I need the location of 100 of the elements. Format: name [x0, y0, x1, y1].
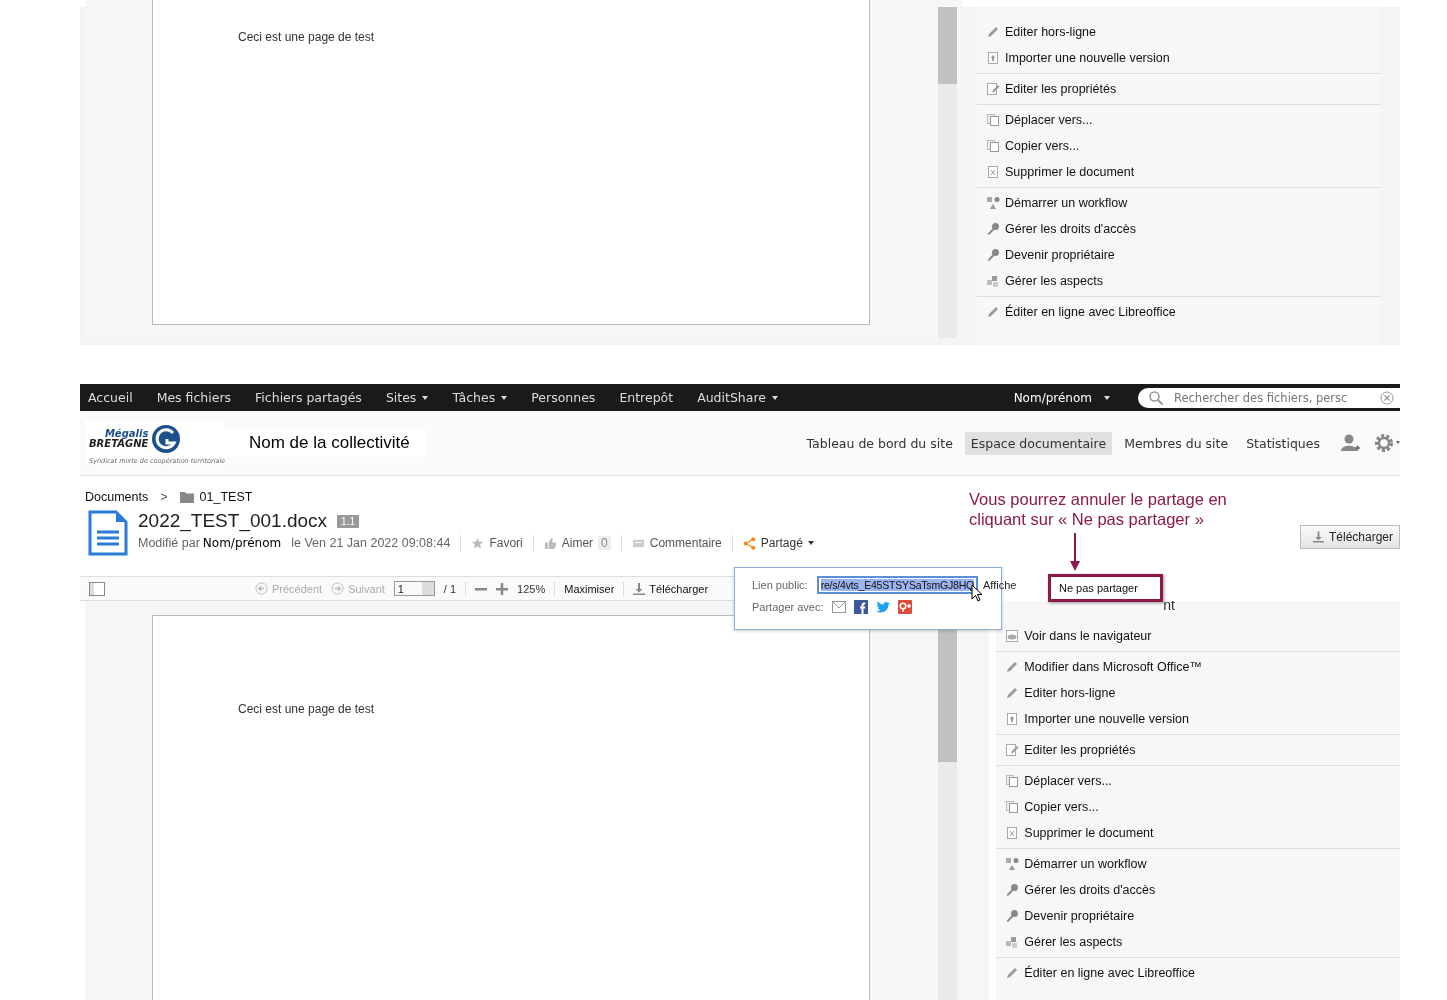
site-nav-link[interactable]: Membres du site [1118, 431, 1235, 455]
pencil-icon [1005, 686, 1020, 700]
thumbs-up-icon [543, 536, 557, 550]
action-link[interactable]: Editer les propriétés [996, 737, 1400, 763]
upload-icon [1005, 712, 1020, 726]
action-link[interactable]: Éditer en ligne avec Libreoffice [977, 299, 1381, 325]
breadcrumb-separator: > [160, 490, 168, 504]
action-link[interactable]: Démarrer un workflow [977, 190, 1381, 216]
action-link[interactable]: Copier vers... [977, 133, 1381, 159]
show-link[interactable]: Affiche [983, 579, 1017, 591]
copy-icon [1005, 800, 1020, 814]
action-link[interactable]: Déplacer vers... [996, 768, 1400, 794]
nav-item[interactable]: Personnes [523, 390, 603, 405]
google-plus-icon[interactable] [897, 600, 912, 614]
annotation-arrow [1070, 533, 1080, 571]
action-link[interactable]: Importer une nouvelle version [996, 706, 1400, 732]
copy-icon [986, 139, 1000, 153]
add-user-icon[interactable] [1340, 433, 1360, 453]
download-icon [1313, 531, 1324, 543]
zoom-in-icon[interactable] [496, 582, 509, 595]
user-menu[interactable]: Nom/prénom [1013, 390, 1110, 405]
pencil-icon [986, 305, 1000, 319]
key-icon [986, 248, 1000, 262]
download-button[interactable]: Télécharger [1300, 525, 1400, 549]
like-link[interactable]: Aimer 0 [543, 536, 611, 550]
site-nav-link[interactable]: Statistiques [1240, 431, 1326, 455]
public-link-label: Lien public: [752, 579, 808, 591]
action-link[interactable]: Supprimer le document [996, 820, 1400, 846]
document-icon [88, 510, 128, 556]
nav-item[interactable]: Entrepôt [611, 390, 681, 405]
zoom-level: 125% [517, 582, 546, 595]
nav-item[interactable]: Mes fichiers [148, 390, 239, 405]
action-link[interactable]: Démarrer un workflow [996, 851, 1400, 877]
comment-link[interactable]: Commentaire [631, 536, 722, 550]
share-icon [742, 536, 756, 550]
upload-icon [986, 51, 1000, 65]
star-icon [471, 536, 485, 550]
document-title: 2022_TEST_001.docx [138, 510, 328, 532]
clear-icon[interactable] [1380, 390, 1394, 405]
site-title: Nom de la collectivité [225, 429, 426, 457]
copy-icon [1005, 774, 1020, 788]
pencil-icon [986, 25, 1000, 39]
author-link[interactable]: Nom/prénom [202, 536, 282, 550]
facebook-icon[interactable] [853, 600, 868, 614]
copy-icon [986, 113, 1000, 127]
actions-heading: nt [1163, 601, 1175, 613]
breadcrumb-link[interactable]: Documents [85, 490, 149, 504]
favorite-link[interactable]: Favori [471, 536, 523, 550]
pencil-icon [1005, 660, 1020, 674]
annotation-text: Vous pourrez annuler le partage en cliquant sur « Ne pas partager » [969, 489, 1228, 529]
unshare-button[interactable]: Ne pas partager [1048, 574, 1163, 602]
breadcrumb-link[interactable]: 01_TEST [199, 490, 253, 504]
nav-item[interactable]: Accueil [80, 390, 140, 405]
modified-date: le Ven 21 Jan 2022 09:08:44 [291, 536, 451, 550]
download-link[interactable]: Télécharger [633, 582, 709, 595]
delete-icon [1005, 826, 1020, 840]
pencil-icon [1005, 966, 1020, 980]
nav-item[interactable]: Tâches [444, 390, 515, 405]
key-icon [1005, 883, 1020, 897]
site-nav-link[interactable]: Tableau de bord du site [800, 431, 959, 455]
delete-icon [986, 165, 1000, 179]
key-icon [1005, 909, 1020, 923]
site-nav-link[interactable]: Espace documentaire [964, 431, 1113, 455]
download-icon [633, 582, 646, 595]
left-arrow-icon [255, 582, 268, 595]
nav-item[interactable]: Fichiers partagés [247, 390, 369, 405]
action-link[interactable]: Déplacer vers... [977, 107, 1381, 133]
action-link[interactable]: Gérer les droits d'accès [977, 216, 1381, 242]
nav-item[interactable]: AuditShare [689, 390, 785, 405]
folder-icon [179, 491, 194, 503]
page-text: Ceci est une page de test [238, 30, 375, 44]
action-link[interactable]: Gérer les aspects [996, 929, 1400, 955]
action-link[interactable]: Gérer les droits d'accès [996, 877, 1400, 903]
nav-item[interactable]: Sites [377, 390, 436, 405]
public-link-field[interactable]: re/s/4vts_E45STSYSaTsmGJ8HQ [816, 576, 978, 594]
modified-label: Modifié par [138, 536, 200, 550]
action-link[interactable]: Editer hors-ligne [996, 680, 1400, 706]
scrollbar[interactable] [938, 7, 957, 338]
action-link[interactable]: Gérer les aspects [977, 268, 1381, 294]
action-link[interactable]: Importer une nouvelle version [977, 45, 1381, 71]
bird-icon[interactable] [875, 601, 890, 613]
sidebar-toggle-icon[interactable] [89, 581, 105, 596]
right-arrow-icon [331, 582, 345, 595]
maximize-button[interactable]: Maximiser [564, 582, 615, 595]
search-icon [1148, 389, 1164, 406]
email-icon[interactable] [831, 601, 846, 613]
settings-icon[interactable] [1374, 433, 1400, 453]
action-link[interactable]: Copier vers... [996, 794, 1400, 820]
action-link[interactable]: Modifier dans Microsoft Office™ [996, 654, 1400, 680]
page-number-field[interactable]: 1 [393, 581, 435, 596]
action-link[interactable]: Devenir propriétaire [996, 903, 1400, 929]
action-link[interactable]: Éditer en ligne avec Libreoffice [996, 960, 1400, 986]
share-with-label: Partager avec: [752, 601, 824, 613]
action-link[interactable]: Voir dans le navigateur [996, 623, 1400, 649]
action-link[interactable]: Supprimer le document [977, 159, 1381, 185]
search-field[interactable]: Rechercher des fichiers, persc [1138, 387, 1400, 408]
action-link[interactable]: Devenir propriétaire [977, 242, 1381, 268]
action-link[interactable]: Editer les propriétés [977, 76, 1381, 102]
share-link[interactable]: Partagé [742, 536, 814, 550]
action-link[interactable]: Editer hors-ligne [977, 19, 1381, 45]
